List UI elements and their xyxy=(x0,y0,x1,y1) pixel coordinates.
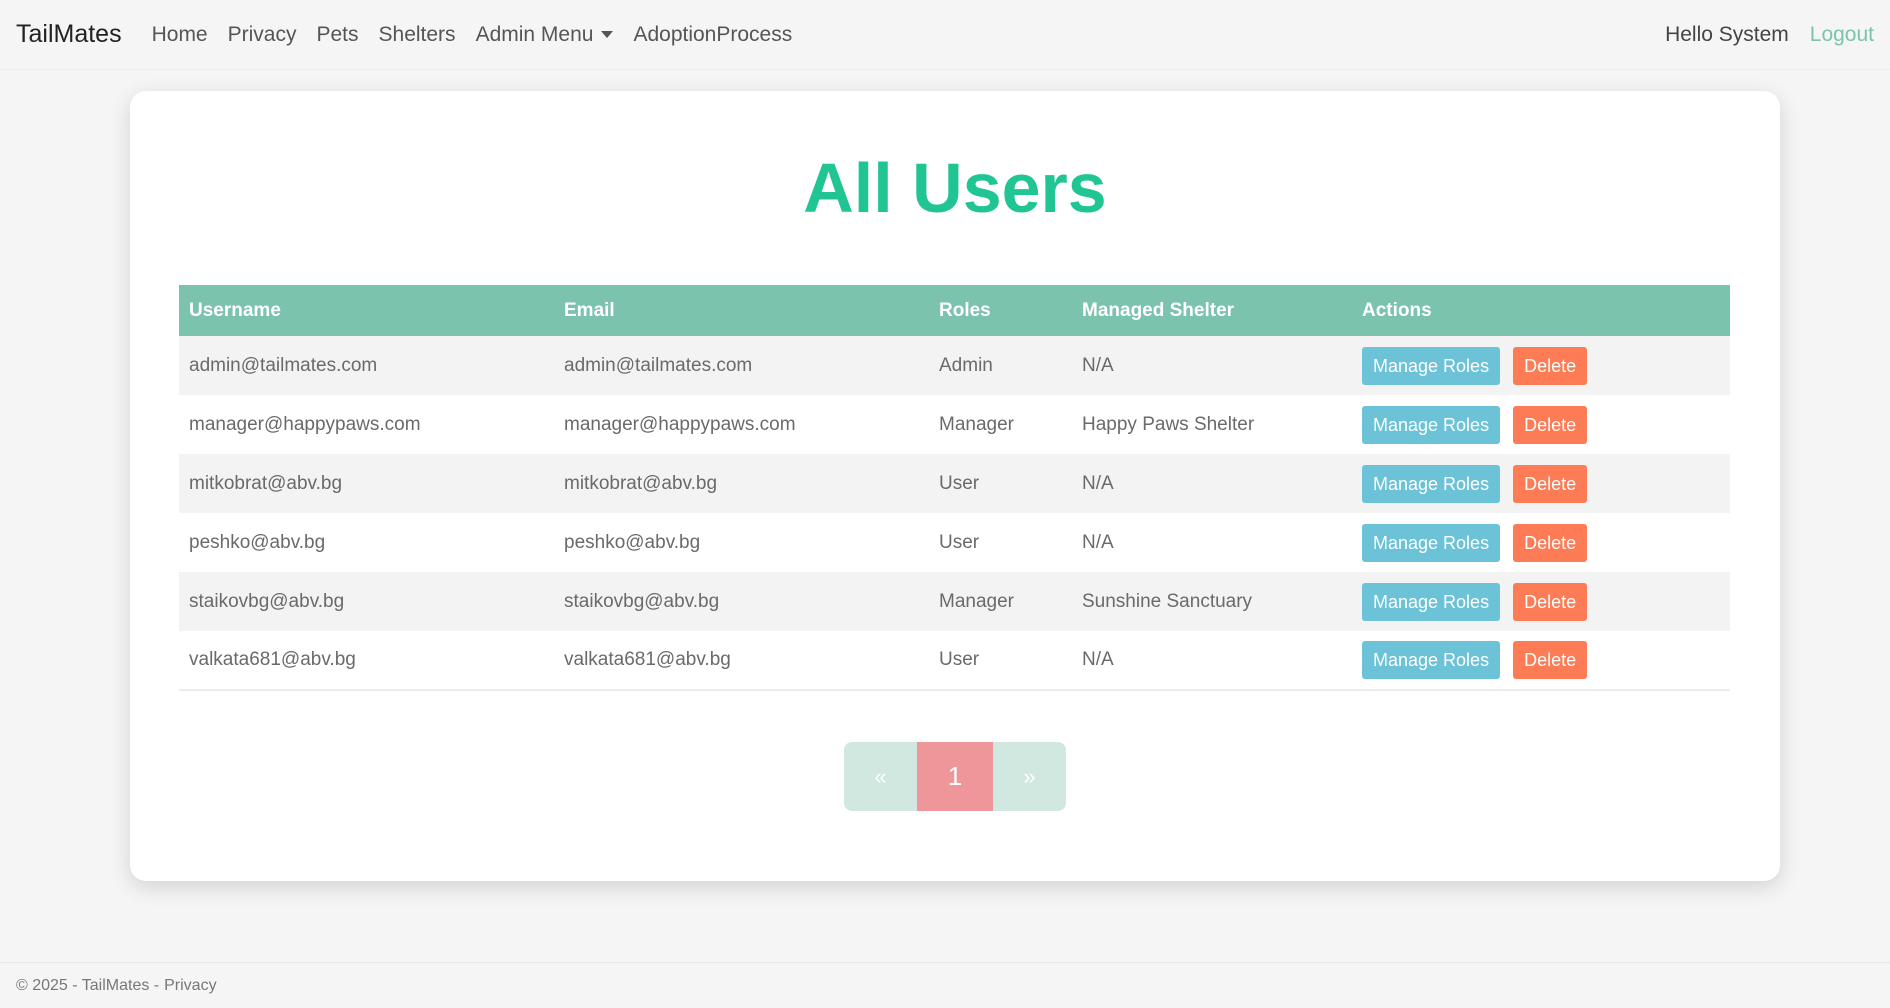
cell-shelter: Sunshine Sanctuary xyxy=(1082,590,1253,612)
cell-roles: User xyxy=(939,472,980,494)
cell-email: peshko@abv.bg xyxy=(564,531,701,553)
cell-email: staikovbg@abv.bg xyxy=(564,590,720,612)
footer: © 2025 - TailMates - Privacy xyxy=(0,962,1890,1008)
pagination-next-button[interactable]: » xyxy=(993,742,1066,811)
nav-link-adoption-process[interactable]: AdoptionProcess xyxy=(633,23,792,47)
cell-username: peshko@abv.bg xyxy=(189,531,326,553)
cell-email: mitkobrat@abv.bg xyxy=(564,472,718,494)
manage-roles-button[interactable]: Manage Roles xyxy=(1362,641,1501,679)
cell-username: admin@tailmates.com xyxy=(189,354,378,376)
footer-privacy-link[interactable]: Privacy xyxy=(164,977,216,995)
nav-link-home[interactable]: Home xyxy=(152,23,208,47)
table-row: peshko@abv.bg peshko@abv.bg User N/A Man… xyxy=(179,513,1730,572)
manage-roles-button[interactable]: Manage Roles xyxy=(1362,405,1501,444)
cell-roles: User xyxy=(939,649,980,670)
cell-actions: Manage Roles Delete xyxy=(1352,395,1730,454)
nav-links: Home Privacy Pets Shelters Admin Menu Ad… xyxy=(152,23,813,47)
cell-email: admin@tailmates.com xyxy=(564,354,753,376)
table-row: mitkobrat@abv.bg mitkobrat@abv.bg User N… xyxy=(179,454,1730,513)
cell-shelter: N/A xyxy=(1082,472,1114,494)
cell-roles: User xyxy=(939,531,980,553)
delete-button[interactable]: Delete xyxy=(1513,582,1588,621)
admin-menu-label: Admin Menu xyxy=(475,22,594,46)
cell-email: valkata681@abv.bg xyxy=(564,649,731,670)
cell-shelter: N/A xyxy=(1082,354,1114,376)
cell-username: valkata681@abv.bg xyxy=(189,649,356,670)
nav-link-privacy[interactable]: Privacy xyxy=(228,23,297,47)
nav-user-area: Hello System Logout xyxy=(1665,23,1874,47)
users-table: Username Email Roles Managed Shelter Act… xyxy=(179,285,1730,691)
pagination-page-1[interactable]: 1 xyxy=(917,742,993,811)
users-card: All Users Username Email Roles Managed S… xyxy=(130,91,1780,881)
table-row: manager@happypaws.com manager@happypaws.… xyxy=(179,395,1730,454)
table-row: valkata681@abv.bg valkata681@abv.bg User… xyxy=(179,631,1730,690)
cell-roles: Manager xyxy=(939,413,1014,435)
manage-roles-button[interactable]: Manage Roles xyxy=(1362,346,1501,385)
cell-shelter: N/A xyxy=(1082,531,1114,553)
header-email: Email xyxy=(564,299,615,321)
table-row: admin@tailmates.com admin@tailmates.com … xyxy=(179,336,1730,395)
cell-roles: Manager xyxy=(939,590,1014,612)
cell-actions: Manage Roles Delete xyxy=(1352,572,1730,631)
header-managed-shelter: Managed Shelter xyxy=(1082,299,1235,321)
cell-actions: Manage Roles Delete xyxy=(1352,336,1730,395)
pagination-prev-button[interactable]: « xyxy=(844,742,917,811)
logout-link[interactable]: Logout xyxy=(1810,23,1874,47)
manage-roles-button[interactable]: Manage Roles xyxy=(1362,464,1501,503)
page-title: All Users xyxy=(803,149,1107,227)
navbar: TailMates Home Privacy Pets Shelters Adm… xyxy=(0,0,1890,70)
table-row: staikovbg@abv.bg staikovbg@abv.bg Manage… xyxy=(179,572,1730,631)
table-header-row: Username Email Roles Managed Shelter Act… xyxy=(179,285,1730,336)
cell-username: manager@happypaws.com xyxy=(189,413,421,435)
cell-actions: Manage Roles Delete xyxy=(1352,454,1730,513)
cell-username: staikovbg@abv.bg xyxy=(189,590,345,612)
delete-button[interactable]: Delete xyxy=(1513,523,1588,562)
header-roles: Roles xyxy=(939,299,991,321)
caret-down-icon xyxy=(601,31,614,39)
delete-button[interactable]: Delete xyxy=(1513,464,1588,503)
header-actions: Actions xyxy=(1362,299,1432,321)
header-username: Username xyxy=(189,299,281,321)
nav-link-pets[interactable]: Pets xyxy=(316,23,358,47)
brand-logo[interactable]: TailMates xyxy=(16,20,122,49)
pagination: « 1 » xyxy=(844,742,1066,811)
cell-shelter: Happy Paws Shelter xyxy=(1082,413,1255,435)
delete-button[interactable]: Delete xyxy=(1513,405,1588,444)
cell-actions: Manage Roles Delete xyxy=(1352,631,1730,690)
cell-email: manager@happypaws.com xyxy=(564,413,796,435)
cell-username: mitkobrat@abv.bg xyxy=(189,472,343,494)
nav-dropdown-admin-menu[interactable]: Admin Menu xyxy=(476,23,614,47)
user-greeting: Hello System xyxy=(1665,22,1789,46)
manage-roles-button[interactable]: Manage Roles xyxy=(1362,582,1501,621)
cell-roles: Admin xyxy=(939,354,993,376)
cell-shelter: N/A xyxy=(1082,649,1114,670)
delete-button[interactable]: Delete xyxy=(1513,346,1588,385)
cell-actions: Manage Roles Delete xyxy=(1352,513,1730,572)
delete-button[interactable]: Delete xyxy=(1513,641,1588,679)
nav-link-shelters[interactable]: Shelters xyxy=(379,23,456,47)
manage-roles-button[interactable]: Manage Roles xyxy=(1362,523,1501,562)
footer-copyright: © 2025 - TailMates - xyxy=(16,976,160,994)
users-table-wrapper: Username Email Roles Managed Shelter Act… xyxy=(179,285,1730,691)
